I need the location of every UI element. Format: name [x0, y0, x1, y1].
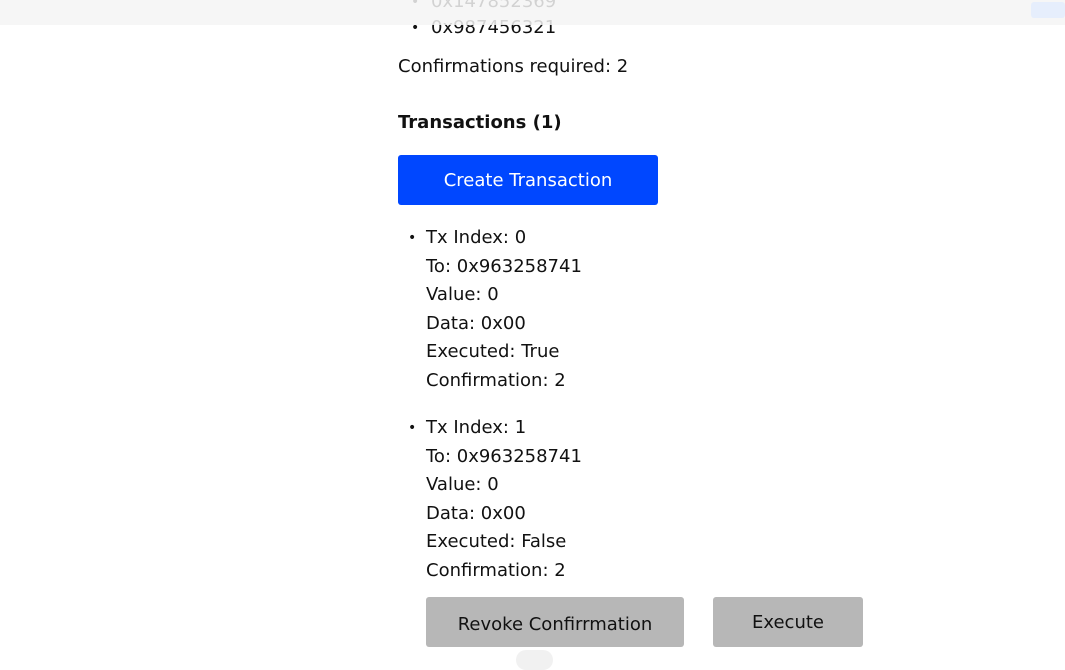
- create-transaction-button[interactable]: Create Transaction: [398, 155, 658, 205]
- revoke-confirmation-button[interactable]: Revoke Confirrmation: [426, 597, 684, 647]
- scroll-handle[interactable]: [516, 650, 553, 670]
- overlay-button[interactable]: [1031, 2, 1065, 18]
- confirmations-required: Confirmations required: 2: [398, 56, 629, 77]
- tx-data: Data: 0x00: [426, 312, 526, 334]
- tx-to: To: 0x963258741: [426, 255, 582, 277]
- execute-button[interactable]: Execute: [713, 597, 863, 647]
- tx-to: To: 0x963258741: [426, 445, 582, 467]
- transactions-heading: Transactions (1): [398, 112, 562, 133]
- transaction-item: Tx Index: 1 To: 0x963258741 Value: 0 Dat…: [408, 414, 582, 586]
- tx-data: Data: 0x00: [426, 502, 526, 524]
- tx-executed: Executed: False: [426, 531, 567, 553]
- tx-confirmation: Confirmation: 2: [426, 559, 566, 581]
- transaction-item: Tx Index: 0 To: 0x963258741 Value: 0 Dat…: [408, 224, 582, 396]
- tx-value: Value: 0: [426, 474, 499, 496]
- tx-index: Tx Index: 0: [426, 227, 527, 248]
- tx-confirmation: Confirmation: 2: [426, 369, 566, 391]
- tx-value: Value: 0: [426, 284, 499, 306]
- tx-executed: Executed: True: [426, 341, 560, 363]
- tx-index: Tx Index: 1: [426, 417, 527, 438]
- browser-overlay-bar: [0, 0, 1065, 25]
